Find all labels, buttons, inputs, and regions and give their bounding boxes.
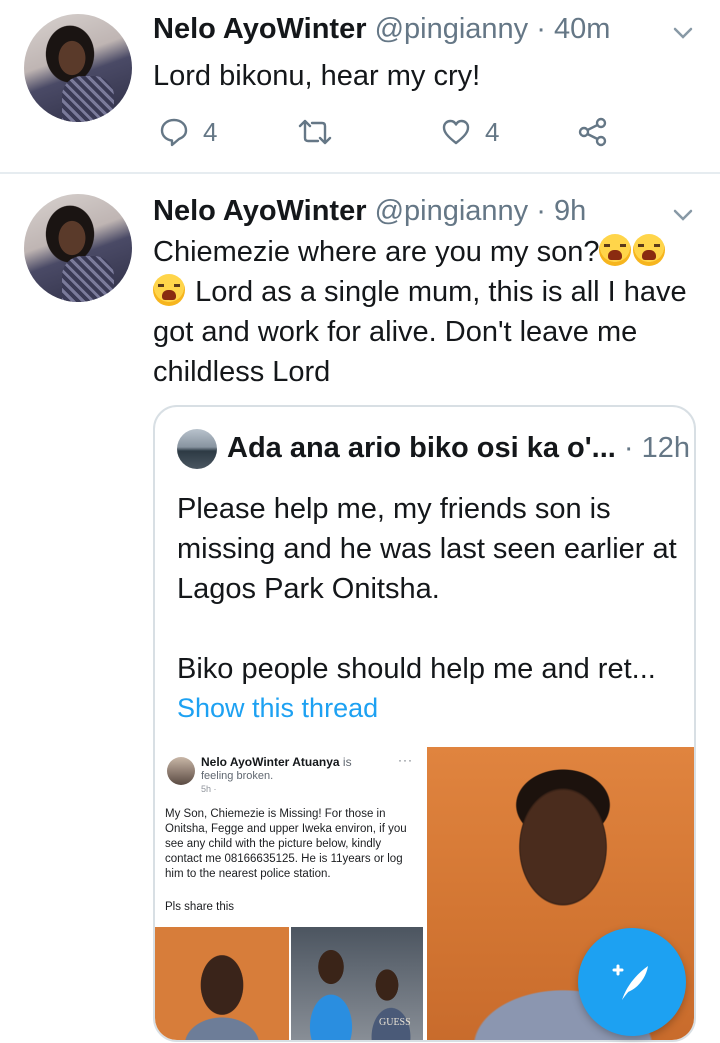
user-name[interactable]: Nelo AyoWinter (153, 13, 367, 45)
separator: · (623, 432, 634, 464)
retweet-icon (298, 119, 332, 145)
quoted-tweet-time: 12h (641, 432, 691, 464)
fb-share-text: Pls share this (165, 901, 235, 913)
quoted-user-avatar[interactable] (177, 429, 217, 469)
caret-down-icon[interactable] (670, 20, 696, 46)
tweet-1[interactable]: Nelo AyoWinter @pingianny · 40m Lord bik… (0, 0, 720, 172)
compose-tweet-icon (612, 964, 648, 1000)
shirt-text: GUESS (379, 1017, 411, 1028)
user-avatar[interactable] (24, 14, 132, 122)
user-handle[interactable]: @pingianny (375, 195, 529, 227)
quoted-paragraph-2: Biko people should help me and ret... (177, 653, 656, 685)
fb-avatar (167, 757, 195, 785)
reply-icon (160, 118, 188, 147)
user-name[interactable]: Nelo AyoWinter (153, 195, 367, 227)
user-handle[interactable]: @pingianny (375, 13, 529, 45)
quoted-tweet-header: Ada ana ario biko osi ka o'... · 12h (227, 431, 690, 465)
tweet-text: Chiemezie where are you my son? Lord as … (153, 232, 698, 392)
fb-name-text: Nelo AyoWinter Atuanya (201, 755, 340, 769)
like-button[interactable]: 4 (441, 112, 499, 152)
quoted-user-name[interactable]: Ada ana ario biko osi ka o'... (227, 432, 616, 464)
fb-is-text: is (342, 755, 352, 769)
fb-user-name: Nelo AyoWinter Atuanya is (201, 755, 352, 769)
reply-count: 4 (203, 116, 218, 147)
crying-face-icon (153, 274, 185, 306)
tweet-text: Lord bikonu, hear my cry! (153, 60, 481, 92)
show-thread-link[interactable]: Show this thread (177, 693, 378, 724)
user-avatar[interactable] (24, 194, 132, 302)
crying-face-icon (599, 234, 632, 266)
share-button[interactable] (577, 112, 609, 152)
separator: · (536, 195, 546, 227)
fb-post-text: My Son, Chiemezie is Missing! For those … (165, 808, 407, 880)
more-icon: ··· (398, 753, 413, 767)
like-count: 4 (485, 116, 500, 147)
quoted-paragraph-1: Please help me, my friends son is missin… (177, 493, 677, 605)
tweet-text-line1: Chiemezie where are you my son? (153, 236, 600, 268)
tweet-header: Nelo AyoWinter @pingianny · 9h (153, 194, 586, 228)
fb-boy-photo (155, 927, 289, 1040)
facebook-screenshot-image[interactable]: Nelo AyoWinter Atuanya is feeling broken… (155, 747, 425, 1040)
tweet-actions: 4 4 (153, 112, 623, 152)
separator: · (536, 13, 546, 45)
tweet-time: 40m (553, 13, 611, 45)
tweet-time: 9h (553, 195, 587, 227)
tweet-text-line2: Lord as a single mum, this is all I have… (153, 276, 687, 388)
tweet-header: Nelo AyoWinter @pingianny · 40m (153, 12, 610, 46)
reply-button[interactable]: 4 (159, 112, 217, 152)
caret-down-icon[interactable] (670, 202, 696, 228)
compose-tweet-button[interactable] (578, 928, 686, 1036)
like-icon (442, 119, 470, 145)
crying-face-icon (633, 234, 666, 266)
fb-time: 5h · (201, 784, 217, 794)
share-icon (578, 117, 607, 147)
fb-feeling: feeling broken. (201, 770, 274, 782)
retweet-button[interactable] (297, 112, 333, 152)
